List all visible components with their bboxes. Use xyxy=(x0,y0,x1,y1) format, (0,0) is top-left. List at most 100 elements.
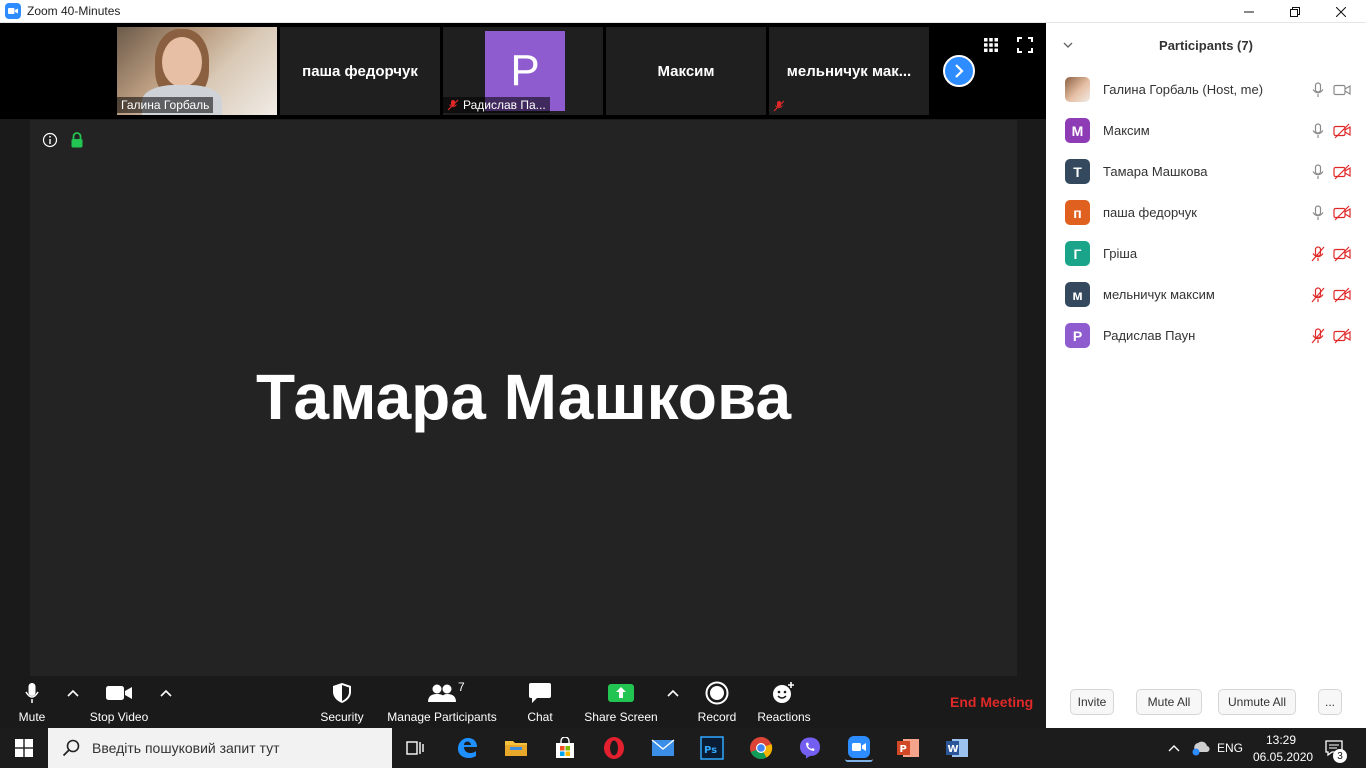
audio-options-caret-icon[interactable] xyxy=(66,686,80,700)
participant-list: Галина Горбаль (Host, me) М Максим Т Тамара … xyxy=(1046,69,1366,356)
minimize-button[interactable] xyxy=(1226,0,1272,23)
microphone-icon[interactable] xyxy=(1310,204,1326,221)
thumbnail-strip: Галина Горбаль паша федорчук P Радислав … xyxy=(0,23,1046,119)
mute-all-button[interactable]: Mute All xyxy=(1136,689,1202,715)
chrome-app[interactable] xyxy=(747,734,775,762)
participant-avatar xyxy=(1065,77,1090,102)
unmute-all-button[interactable]: Unmute All xyxy=(1218,689,1296,715)
participant-row[interactable]: М Максим xyxy=(1046,110,1366,151)
participant-row[interactable]: м мельничук максим xyxy=(1046,274,1366,315)
reactions-button[interactable]: Reactions xyxy=(756,676,812,728)
gallery-view-icon[interactable] xyxy=(983,37,999,53)
active-speaker-view: Тамара Машкова xyxy=(30,120,1017,676)
mute-button[interactable]: Mute xyxy=(10,676,54,728)
security-button[interactable]: Security xyxy=(316,676,368,728)
zoom-icon xyxy=(5,3,21,19)
microphone-icon[interactable] xyxy=(1310,122,1326,139)
participant-avatar: п xyxy=(1065,200,1090,225)
shield-icon xyxy=(333,683,351,703)
chat-button[interactable]: Chat xyxy=(520,676,560,728)
mic-muted-icon[interactable] xyxy=(1310,245,1326,262)
mail-app[interactable] xyxy=(649,734,677,762)
video-off-icon[interactable] xyxy=(1333,246,1351,262)
video-off-icon[interactable] xyxy=(1333,123,1351,139)
thumbnail-avatar-tile[interactable]: P Радислав Па... xyxy=(443,27,603,115)
zoom-icon xyxy=(848,736,870,758)
participant-name: мельничук максим xyxy=(1103,287,1215,302)
notification-count-badge: 3 xyxy=(1333,749,1347,763)
record-button[interactable]: Record xyxy=(694,676,740,728)
taskbar-search[interactable]: Введіть пошуковий запит тут xyxy=(48,728,392,768)
chrome-icon xyxy=(750,737,773,759)
chat-icon xyxy=(529,683,551,703)
file-explorer-app[interactable] xyxy=(502,734,530,762)
store-icon xyxy=(556,737,574,758)
panel-header: Participants (7) xyxy=(1046,23,1366,67)
next-page-button[interactable] xyxy=(943,55,975,87)
thumbnail-label: Галина Горбаль xyxy=(117,97,214,113)
zoom-taskbar-app[interactable] xyxy=(845,734,873,762)
video-off-icon[interactable] xyxy=(1333,205,1351,221)
thumbnail-name: Максим xyxy=(657,62,715,80)
thumbnail-video[interactable]: Галина Горбаль xyxy=(117,27,277,115)
chevron-down-icon[interactable] xyxy=(1062,39,1074,51)
chat-label: Chat xyxy=(527,710,553,724)
encryption-lock-icon[interactable] xyxy=(70,132,84,148)
photoshop-app[interactable]: Ps xyxy=(698,734,726,762)
more-options-button[interactable]: ... xyxy=(1318,689,1342,715)
invite-button[interactable]: Invite xyxy=(1070,689,1114,715)
meeting-toolbar: Mute Stop Video Security Manage Particip… xyxy=(0,676,1046,728)
thumbnail-label: Радислав Па... xyxy=(443,97,550,113)
maximize-button[interactable] xyxy=(1272,0,1318,23)
store-app[interactable] xyxy=(551,734,579,762)
fullscreen-icon[interactable] xyxy=(1017,37,1033,53)
share-options-caret-icon[interactable] xyxy=(666,686,680,700)
task-view-button[interactable] xyxy=(402,734,430,762)
microphone-icon[interactable] xyxy=(1310,163,1326,180)
participant-row[interactable]: Т Тамара Машкова xyxy=(1046,151,1366,192)
mic-muted-icon[interactable] xyxy=(1310,286,1326,303)
thumbnail-name-tile[interactable]: Максим xyxy=(606,27,766,115)
video-off-icon[interactable] xyxy=(1333,328,1351,344)
record-icon xyxy=(705,681,729,705)
restore-icon xyxy=(1290,6,1300,17)
show-hidden-icons-icon[interactable] xyxy=(1168,743,1180,753)
video-off-icon[interactable] xyxy=(1333,287,1351,303)
microphone-icon[interactable] xyxy=(1310,81,1326,98)
edge-app[interactable] xyxy=(453,734,481,762)
manage-participants-button[interactable]: Manage Participants xyxy=(386,676,498,728)
thumbnail-name: Радислав Па... xyxy=(463,98,546,112)
participants-panel: Participants (7) Галина Горбаль (Host, m… xyxy=(1046,23,1366,728)
viber-app[interactable] xyxy=(796,734,824,762)
participant-row[interactable]: Г Гріша xyxy=(1046,233,1366,274)
network-icon[interactable] xyxy=(1190,740,1210,756)
participant-row[interactable]: Галина Горбаль (Host, me) xyxy=(1046,69,1366,110)
clock-date[interactable]: 06.05.2020 xyxy=(1253,750,1313,764)
clock-time[interactable]: 13:29 xyxy=(1266,733,1296,747)
svg-text:Ps: Ps xyxy=(704,745,717,756)
participant-avatar: Г xyxy=(1065,241,1090,266)
word-app[interactable]: W xyxy=(943,734,971,762)
close-button[interactable] xyxy=(1318,0,1364,23)
stop-video-button[interactable]: Stop Video xyxy=(86,676,152,728)
participant-row[interactable]: п паша федорчук xyxy=(1046,192,1366,233)
edge-icon xyxy=(458,738,477,758)
powerpoint-app[interactable]: P xyxy=(894,734,922,762)
zoom-app: Zoom 40-Minutes Галина Горбаль паша федо… xyxy=(0,0,1366,768)
start-button[interactable] xyxy=(0,728,48,768)
thumbnail-name-tile[interactable]: мельничук мак... xyxy=(769,27,929,115)
thumbnail-name-tile[interactable]: паша федорчук xyxy=(280,27,440,115)
close-icon xyxy=(1336,6,1346,17)
info-icon[interactable] xyxy=(42,132,58,148)
thumbnail-name: Галина Горбаль xyxy=(121,98,210,112)
share-screen-button[interactable]: Share Screen xyxy=(584,676,658,728)
mic-muted-icon[interactable] xyxy=(1310,327,1326,344)
thumbnail-name: мельничук мак... xyxy=(786,62,912,80)
video-camera-icon[interactable] xyxy=(1333,82,1351,98)
video-options-caret-icon[interactable] xyxy=(159,686,173,700)
input-language[interactable]: ENG xyxy=(1217,741,1243,755)
opera-app[interactable] xyxy=(600,734,628,762)
video-off-icon[interactable] xyxy=(1333,164,1351,180)
participant-row[interactable]: Р Радислав Паун xyxy=(1046,315,1366,356)
end-meeting-button[interactable]: End Meeting xyxy=(950,694,1033,710)
